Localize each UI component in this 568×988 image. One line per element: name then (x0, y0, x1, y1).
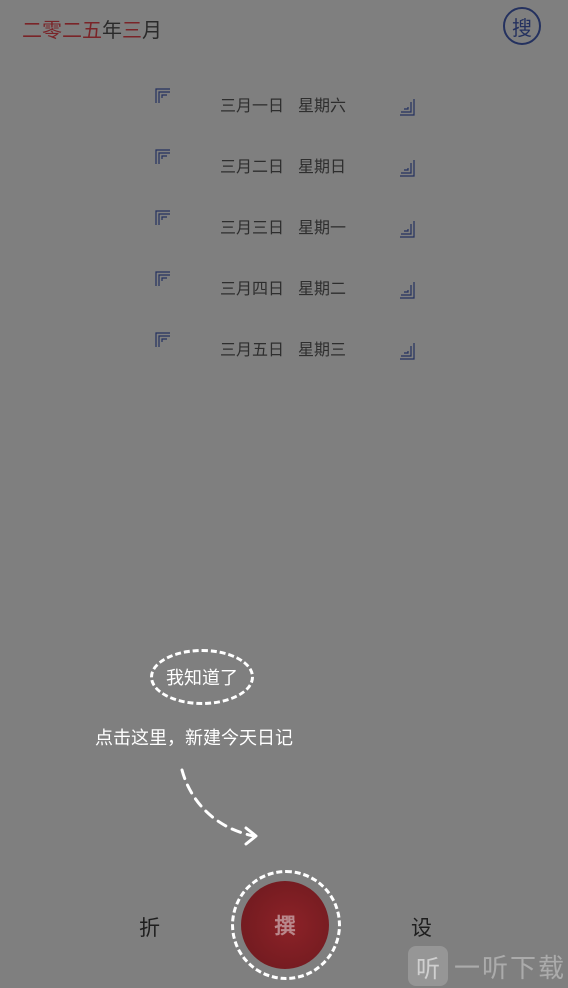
got-it-button[interactable]: 我知道了 (150, 649, 254, 705)
diary-entry[interactable]: 三月二日 星期日 (0, 147, 568, 208)
corner-ornament-top-left-icon (155, 210, 170, 225)
entry-weekday: 星期三 (298, 340, 347, 359)
entry-weekday: 星期日 (298, 157, 347, 176)
diary-entry-label: 三月四日 星期二 (220, 275, 346, 299)
page-title: 二零二五年三月 (22, 14, 162, 43)
title-year: 二零二五 (22, 18, 102, 42)
compose-button[interactable]: 撰 (241, 881, 329, 969)
entry-date: 三月三日 (220, 218, 285, 237)
search-button[interactable]: 搜 (503, 7, 541, 45)
entry-weekday: 星期二 (298, 279, 347, 298)
watermark-logo-icon: 听 (408, 946, 448, 986)
diary-entry-label: 三月二日 星期日 (220, 153, 346, 177)
entry-weekday: 星期一 (298, 218, 347, 237)
diary-entry-list: 三月一日 星期六 三月二日 星期日 三月三日 星期一 三月四日 星期二 三月五日… (0, 86, 568, 391)
corner-ornament-bottom-right-icon (400, 221, 415, 238)
diary-entry[interactable]: 三月五日 星期三 (0, 330, 568, 391)
title-month-suffix: 月 (142, 18, 162, 42)
corner-ornament-top-left-icon (155, 149, 170, 164)
watermark-text: 一听下载 (454, 953, 567, 984)
corner-ornament-top-left-icon (155, 332, 170, 347)
diary-entry[interactable]: 三月四日 星期二 (0, 269, 568, 330)
entry-date: 三月二日 (220, 157, 285, 176)
entry-weekday: 星期六 (298, 96, 347, 115)
compose-button-label: 撰 (274, 913, 296, 938)
diary-entry-label: 三月三日 星期一 (220, 214, 346, 238)
corner-ornament-bottom-right-icon (400, 343, 415, 360)
fold-button[interactable]: 折 (139, 912, 160, 942)
corner-ornament-bottom-right-icon (400, 160, 415, 177)
watermark: 听 一听下载 (408, 944, 568, 988)
guide-arrow-icon (180, 768, 258, 846)
entry-date: 三月五日 (220, 340, 285, 359)
diary-entry-label: 三月五日 星期三 (220, 336, 346, 360)
search-button-label: 搜 (512, 15, 532, 40)
guide-hint-text: 点击这里，新建今天日记 (95, 728, 293, 749)
title-year-suffix: 年 (102, 18, 122, 42)
title-month: 三 (122, 18, 142, 42)
corner-ornament-bottom-right-icon (400, 282, 415, 299)
corner-ornament-bottom-right-icon (400, 99, 415, 116)
diary-entry-label: 三月一日 星期六 (220, 92, 346, 116)
corner-ornament-top-left-icon (155, 271, 170, 286)
settings-button[interactable]: 设 (411, 912, 432, 942)
entry-date: 三月四日 (220, 279, 285, 298)
diary-entry[interactable]: 三月三日 星期一 (0, 208, 568, 269)
diary-entry[interactable]: 三月一日 星期六 (0, 86, 568, 147)
got-it-label: 我知道了 (166, 668, 238, 689)
entry-date: 三月一日 (220, 96, 285, 115)
corner-ornament-top-left-icon (155, 88, 170, 103)
